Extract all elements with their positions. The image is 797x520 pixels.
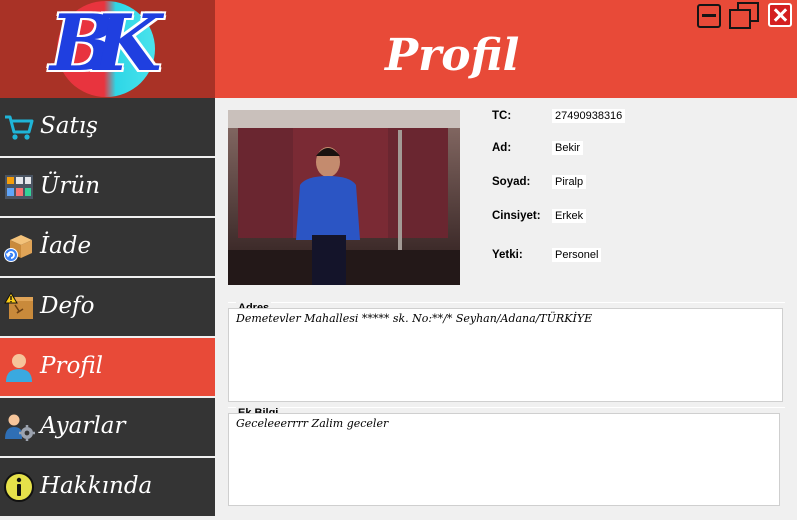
- return-icon: [4, 235, 32, 262]
- ad-value: Bekir: [552, 141, 584, 155]
- sidebar-item-label: Satış: [40, 113, 98, 139]
- products-icon: [5, 175, 33, 199]
- soyad-label: Soyad:: [492, 176, 531, 188]
- sidebar-item-hakkinda[interactable]: Hakkında: [0, 458, 215, 516]
- sidebar-item-label: Ürün: [40, 173, 101, 199]
- sidebar-item-label: Defo: [40, 293, 95, 319]
- settings-icon: [5, 414, 35, 441]
- extra-info-textbox[interactable]: Geceleeerrrr Zalim geceler: [228, 413, 780, 506]
- extra-info-group: Ek Bilgi Geceleeerrrr Zalim geceler: [228, 407, 785, 507]
- cart-icon: [5, 115, 34, 140]
- sidebar-item-label: İade: [40, 233, 92, 259]
- user-icon: [6, 354, 32, 382]
- yetki-value: Personel: [552, 248, 602, 262]
- logo: BK: [50, 0, 162, 89]
- sidebar-item-label: Hakkında: [40, 473, 153, 499]
- sidebar-item-profil[interactable]: Profil: [0, 338, 215, 396]
- ad-label: Ad:: [492, 142, 512, 154]
- sidebar-item-satis[interactable]: Satış: [0, 98, 215, 156]
- profile-photo: [228, 110, 460, 285]
- profile-photo-image: [228, 110, 460, 285]
- sidebar-item-defo[interactable]: Defo: [0, 278, 215, 336]
- restore-icon[interactable]: [729, 2, 761, 30]
- tc-label: TC:: [492, 110, 512, 122]
- sidebar-item-iade[interactable]: İade: [0, 218, 215, 276]
- cinsiyet-value: Erkek: [552, 209, 587, 223]
- close-icon[interactable]: [768, 3, 792, 27]
- sidebar-item-ayarlar[interactable]: Ayarlar: [0, 398, 215, 456]
- defect-icon: [4, 292, 33, 319]
- yetki-label: Yetki:: [492, 249, 523, 261]
- address-group: Adres Demetevler Mahallesi ***** sk. No:…: [228, 302, 785, 402]
- info-icon: [4, 472, 34, 502]
- sidebar-item-label: Profil: [40, 353, 104, 379]
- sidebar-item-label: Ayarlar: [40, 413, 126, 439]
- tc-value: 27490938316: [552, 109, 626, 123]
- header-bar: Profil: [215, 0, 797, 98]
- cinsiyet-label: Cinsiyet:: [492, 210, 541, 222]
- page-title: Profil: [385, 30, 520, 81]
- logo-area: BK: [0, 0, 215, 98]
- minimize-icon[interactable]: [697, 4, 721, 28]
- sidebar: Satış Ürün İade Defo Profil Ayarlar Hakk…: [0, 98, 215, 520]
- soyad-value: Piralp: [552, 175, 587, 189]
- sidebar-item-urun[interactable]: Ürün: [0, 158, 215, 216]
- address-textbox[interactable]: Demetevler Mahallesi ***** sk. No:**/* S…: [228, 308, 783, 402]
